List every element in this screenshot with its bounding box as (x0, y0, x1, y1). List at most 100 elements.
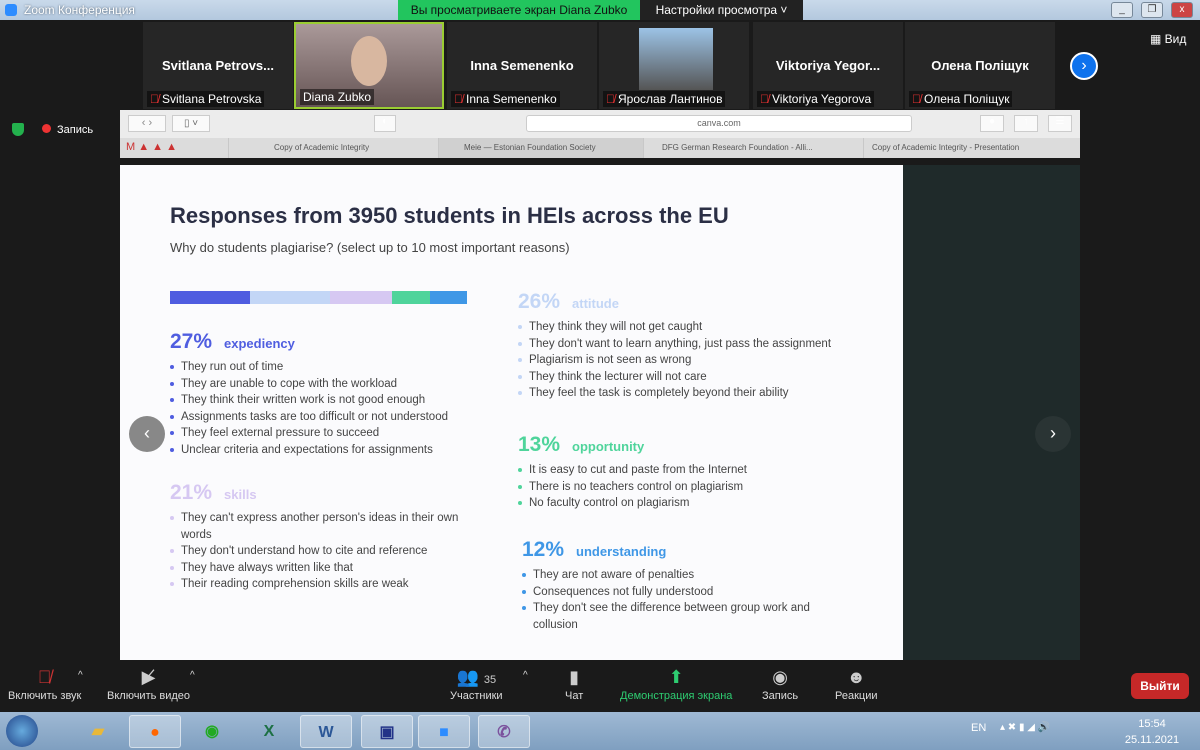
group-heading: 27% expediency (170, 330, 448, 354)
download-icon[interactable]: ● (980, 115, 1004, 132)
gmail-bookmark-icon[interactable]: M ▲ ▲ ▲ (126, 141, 177, 153)
participant-name: Ярослав Лантинов (618, 92, 723, 106)
group-percent: 12% (522, 538, 565, 561)
participant-tile[interactable]: Олена Поліщук 🎙̸ Олена Поліщук (905, 22, 1055, 109)
reason-item: They don't understand how to cite and re… (170, 543, 480, 560)
clock[interactable]: 15:54 25.11.2021 (1112, 716, 1192, 748)
share-screen-button[interactable]: ⬆ Демонстрация экрана (620, 664, 732, 702)
mic-muted-icon: 🎙̸ (37, 667, 52, 687)
reason-item: Their reading comprehension skills are w… (170, 576, 480, 593)
participants-button[interactable]: 👥 35 Участники (450, 664, 503, 702)
explorer-icon[interactable]: ▰ (72, 715, 124, 748)
reactions-label: Реакции (835, 690, 878, 702)
participant-name: Inna Semenenko (466, 92, 557, 106)
recording-label: Запись (57, 124, 94, 136)
participant-tile[interactable]: Svitlana Petrovs... 🎙̸ Svitlana Petrovska (143, 22, 293, 109)
language-indicator[interactable]: EN (971, 722, 986, 734)
reason-item: No faculty control on plagiarism (518, 495, 747, 512)
participant-name: Олена Поліщук (924, 92, 1010, 106)
share-icon[interactable]: ↑ (1014, 115, 1038, 132)
slide-subtitle: Why do students plagiarise? (select up t… (170, 240, 570, 255)
unmute-button[interactable]: 🎙̸ Включить звук (8, 664, 81, 702)
firefox-icon[interactable]: ● (129, 715, 181, 748)
tile-label: 🎙̸ Ярослав Лантинов (603, 91, 726, 107)
previous-slide-button[interactable]: ‹ (129, 416, 165, 452)
meeting-toolbar: 🎙̸ Включить звук ^ ▶̸ Включить видео ^ 👥 3… (0, 660, 1200, 712)
group-heading: 21% skills (170, 481, 480, 505)
mic-muted-icon: 🎙̸ (454, 92, 463, 106)
browser-tab[interactable]: Copy of Academic Integrity (228, 138, 438, 158)
tray-icons[interactable]: ▴ ✖ ▮ ◢ 🔊 (1000, 722, 1050, 733)
participant-tile-video[interactable]: 🎙̸ Ярослав Лантинов (599, 22, 749, 109)
record-button[interactable]: ◉ Запись (762, 664, 798, 702)
chat-button[interactable]: ▮ Чат (565, 664, 583, 702)
reason-list: They think they will not get caught They … (518, 319, 831, 402)
start-button[interactable] (6, 715, 38, 747)
participant-tile[interactable]: Inna Semenenko 🎙̸ Inna Semenenko (447, 22, 597, 109)
group-category: attitude (572, 296, 619, 311)
participants-chevron-icon[interactable]: ^ (523, 670, 528, 681)
view-settings-dropdown[interactable]: Настройки просмотра ˅ (640, 0, 803, 20)
group-percent: 27% (170, 330, 213, 353)
tab-bar: M ▲ ▲ ▲ Copy of Academic Integrity Meie … (120, 138, 1080, 158)
tile-label: 🎙̸ Svitlana Petrovska (147, 91, 265, 107)
participant-name: Diana Zubko (303, 90, 372, 104)
viber-icon[interactable]: ✆ (478, 715, 530, 748)
bar-segment-opportunity (392, 291, 430, 304)
word-icon[interactable]: W (300, 715, 352, 748)
group-skills: 21% skills They can't express another pers… (170, 481, 480, 593)
browser-tab[interactable]: DFG German Research Foundation - Alli... (643, 138, 863, 158)
group-category: understanding (576, 544, 667, 559)
start-video-label: Включить видео (107, 690, 191, 702)
participant-tile[interactable]: Viktoriya Yegor... 🎙̸ Viktoriya Yegorova (753, 22, 903, 109)
save-app-icon[interactable]: ▣ (361, 715, 413, 748)
group-heading: 26% attitude (518, 290, 831, 314)
participants-label: Участники (450, 690, 503, 702)
tabs-overview-icon[interactable]: ☰ (1048, 115, 1072, 132)
next-slide-button[interactable]: › (1035, 416, 1071, 452)
participant-tile-video[interactable]: Diana Zubko (294, 22, 444, 109)
bar-segment-understanding (430, 291, 467, 304)
zoom-logo-icon (5, 4, 17, 16)
group-category: skills (224, 487, 257, 502)
reason-item: They are not aware of penalties (522, 567, 812, 584)
zoom-icon[interactable]: ■ (418, 715, 470, 748)
start-video-button[interactable]: ▶̸ Включить видео (107, 664, 190, 702)
video-options-chevron-icon[interactable]: ^ (190, 670, 195, 681)
url-bar[interactable]: canva.com (526, 115, 912, 132)
leave-button[interactable]: Выйти (1131, 673, 1189, 699)
back-forward-buttons[interactable]: ‹ › (128, 115, 166, 132)
mic-muted-icon: 🎙̸ (606, 92, 615, 106)
tile-label: 🎙̸ Inna Semenenko (451, 91, 560, 107)
minimize-button[interactable]: _ (1111, 2, 1133, 18)
excel-icon[interactable]: X (243, 715, 295, 748)
reactions-button[interactable]: ☻ Реакции (835, 664, 878, 702)
unmute-label: Включить звук (8, 690, 82, 702)
view-button[interactable]: ▦ Вид (1150, 32, 1186, 46)
sidebar-toggle-icon[interactable]: ▯ ˅ (172, 115, 210, 132)
shared-browser-chrome: ‹ › ▯ ˅ ◐ canva.com ● ↑ ☰ M ▲ ▲ ▲ Copy o… (120, 110, 1080, 158)
date: 25.11.2021 (1124, 734, 1180, 746)
record-dot-icon (42, 124, 51, 133)
record-label: Запись (762, 690, 799, 702)
close-button[interactable]: x (1171, 2, 1193, 18)
participant-name: Viktoriya Yegorova (772, 92, 872, 106)
group-heading: 13% opportunity (518, 433, 747, 457)
audio-options-chevron-icon[interactable]: ^ (78, 670, 83, 681)
chrome-icon[interactable]: ◉ (186, 715, 238, 748)
group-category: opportunity (572, 439, 645, 454)
maximize-button[interactable]: ❐ (1141, 2, 1163, 18)
mic-muted-icon: 🎙̸ (912, 92, 921, 106)
group-category: expediency (224, 336, 295, 351)
participant-name: Svitlana Petrovska (162, 92, 262, 106)
mic-muted-icon: 🎙̸ (760, 92, 769, 106)
next-participants-button[interactable]: › (1070, 52, 1098, 80)
browser-tab-active[interactable]: Meie — Estonian Foundation Society (438, 138, 643, 158)
group-percent: 13% (518, 433, 561, 456)
browser-tab[interactable]: Copy of Academic Integrity - Presentatio… (863, 138, 1063, 158)
participant-video (639, 28, 713, 90)
reason-item: They can't express another person's idea… (170, 510, 480, 543)
privacy-icon[interactable]: ◐ (374, 115, 396, 132)
reason-item: They have always written like that (170, 560, 480, 577)
share-banner: Вы просматриваете экран Diana Zubko (398, 0, 640, 20)
